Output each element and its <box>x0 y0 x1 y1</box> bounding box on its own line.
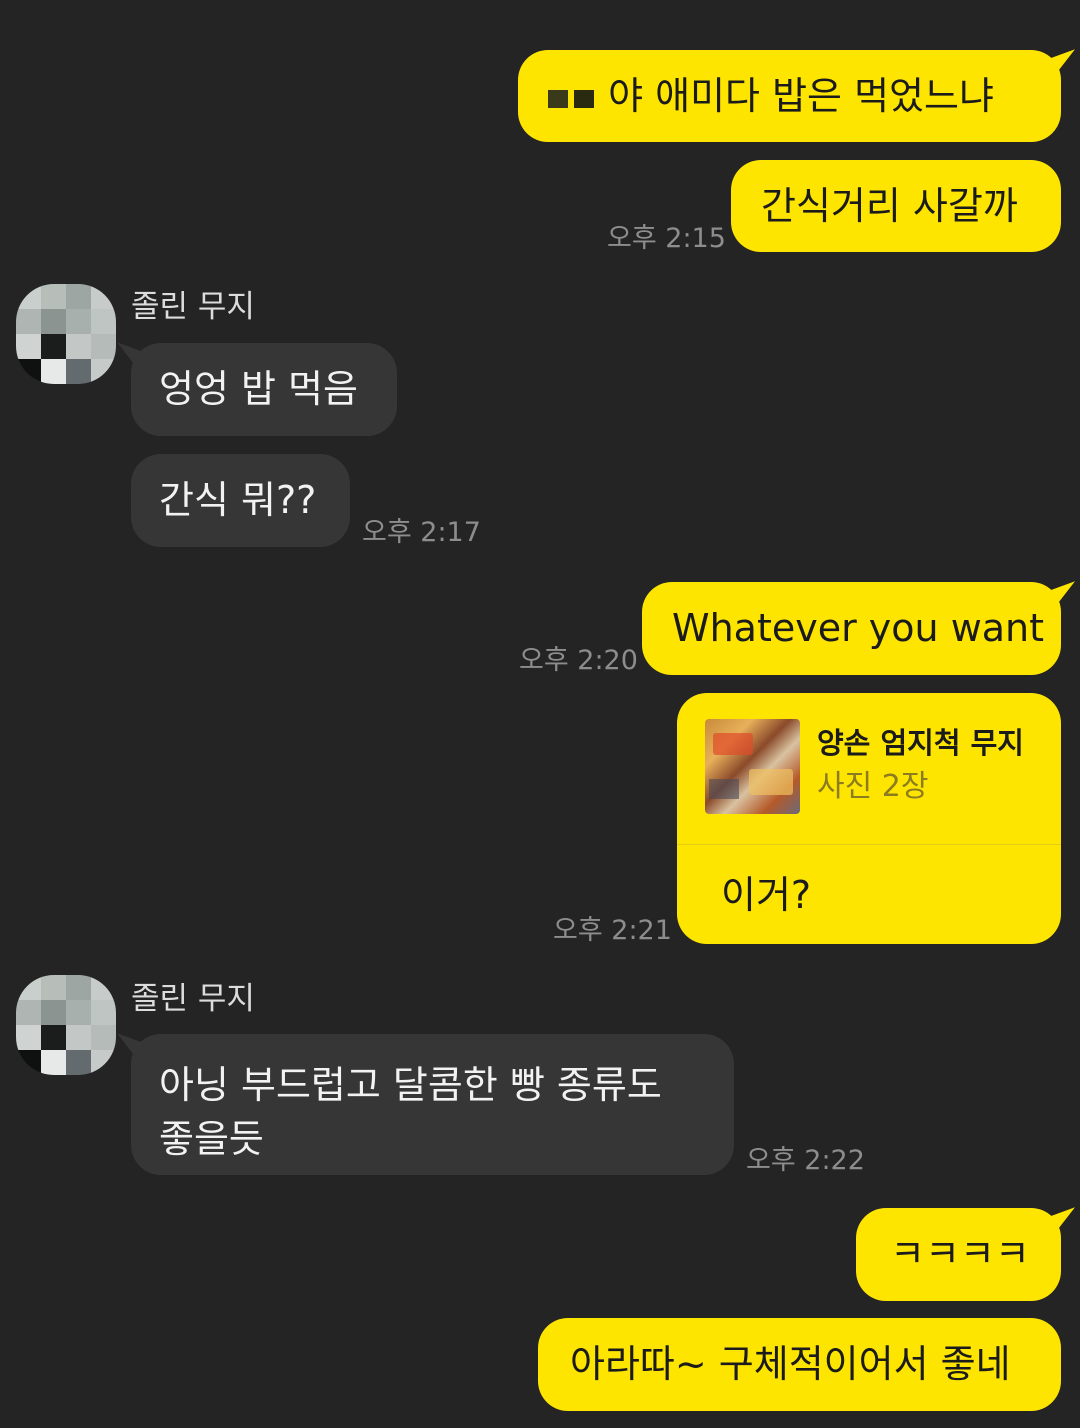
message-bubble-mine[interactable]: Whatever you want <box>642 582 1061 675</box>
message-bubble-other[interactable]: 간식 뭐?? <box>131 454 350 547</box>
message-text: 간식 뭐?? <box>159 478 317 522</box>
message-text: 간식거리 사갈까 <box>761 184 1018 228</box>
message-text: 이거? <box>721 873 812 917</box>
message-bubble-other[interactable]: 아닝 부드럽고 달콤한 빵 종류도 좋을듯 <box>131 1034 734 1175</box>
photo-thumbnail[interactable] <box>705 719 800 814</box>
message-timestamp: 오후 2:20 <box>519 645 638 676</box>
message-text-line: 좋을듯 <box>159 1117 264 1161</box>
card-title: 양손 엄지척 무지 <box>817 726 1024 760</box>
sender-name: 졸린 무지 <box>131 981 255 1017</box>
sender-name: 졸린 무지 <box>131 289 255 325</box>
message-text-line: 아닝 부드럽고 달콤한 빵 종류도 <box>159 1063 662 1107</box>
message-text: 야 애미다 밥은 먹었느냐 <box>608 74 994 118</box>
photo-attachment[interactable]: 양손 엄지척 무지 사진 2장 <box>705 719 1045 815</box>
message-timestamp: 오후 2:21 <box>553 915 672 946</box>
message-bubble-mine[interactable]: ㅋㅋㅋㅋ <box>856 1208 1061 1301</box>
card-divider <box>677 844 1061 845</box>
avatar[interactable] <box>16 975 116 1075</box>
message-bubble-mine[interactable]: 간식거리 사갈까 <box>731 160 1061 252</box>
avatar[interactable] <box>16 284 116 384</box>
message-text: ㅋㅋㅋㅋ <box>890 1232 1030 1276</box>
message-text: Whatever you want <box>672 606 1045 650</box>
message-bubble-other[interactable]: 엉엉 밥 먹음 <box>131 343 397 436</box>
message-text: 아라따~ 구체적이어서 좋네 <box>570 1342 1011 1386</box>
photo-message-card[interactable]: 양손 엄지척 무지 사진 2장 이거? <box>677 693 1061 944</box>
message-bubble-mine[interactable]: 아라따~ 구체적이어서 좋네 <box>538 1318 1061 1411</box>
message-text: 엉엉 밥 먹음 <box>159 367 358 411</box>
message-timestamp: 오후 2:17 <box>362 517 481 548</box>
card-subtitle: 사진 2장 <box>817 769 929 804</box>
censored-name <box>548 74 608 118</box>
message-timestamp: 오후 2:22 <box>746 1145 865 1176</box>
message-bubble-mine[interactable]: 야 애미다 밥은 먹었느냐 <box>518 50 1061 142</box>
message-timestamp: 오후 2:15 <box>607 223 726 254</box>
